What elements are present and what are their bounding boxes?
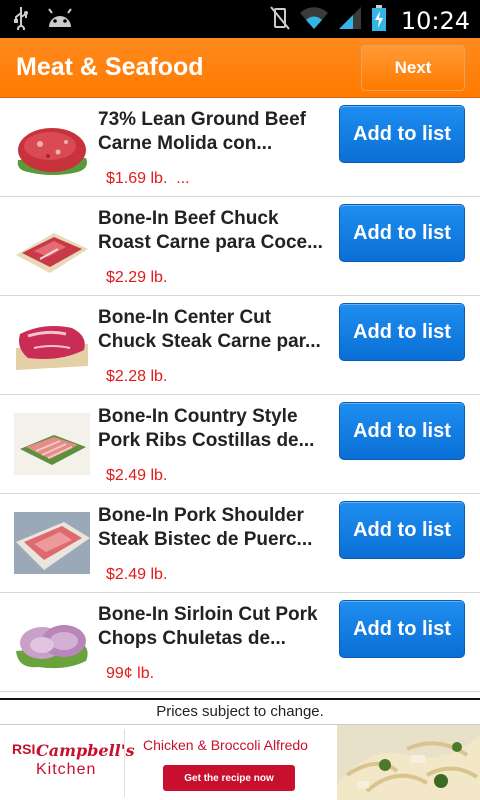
product-name-line2: Chops Chuletas de... bbox=[98, 628, 286, 649]
add-to-list-button[interactable]: Add to list bbox=[339, 402, 465, 460]
campbells-kitchen-logo: RSI Campbell's Kitchen bbox=[10, 735, 135, 791]
ground-beef-image bbox=[14, 116, 90, 178]
get-recipe-button[interactable]: Get the recipe now bbox=[163, 765, 295, 791]
product-name: 73% Lean Ground Beef Carne Molida con... bbox=[98, 108, 330, 156]
pork-chops-image bbox=[14, 611, 90, 673]
product-list: 73% Lean Ground Beef Carne Molida con...… bbox=[0, 98, 480, 692]
ad-headline: Chicken & Broccoli Alfredo bbox=[143, 737, 308, 753]
product-name-line2: Carne Molida con... bbox=[98, 133, 273, 154]
next-button[interactable]: Next bbox=[361, 45, 465, 91]
app-bar: Meat & Seafood Next bbox=[0, 38, 480, 98]
ad-banner[interactable]: RSI Campbell's Kitchen Chicken & Broccol… bbox=[0, 724, 480, 800]
list-item[interactable]: Bone-In Country Style Pork Ribs Costilla… bbox=[0, 395, 480, 494]
ad-separator bbox=[124, 729, 125, 797]
add-to-list-button[interactable]: Add to list bbox=[339, 600, 465, 658]
page-title: Meat & Seafood bbox=[16, 53, 204, 81]
product-name-line2: Steak Bistec de Puerc... bbox=[98, 529, 313, 550]
list-item[interactable]: Bone-In Center Cut Chuck Steak Carne par… bbox=[0, 296, 480, 395]
product-name-line1: Bone-In Pork Shoulder bbox=[98, 505, 304, 526]
product-name: Bone-In Center Cut Chuck Steak Carne par… bbox=[98, 306, 330, 354]
product-name-line1: Bone-In Country Style bbox=[98, 406, 298, 427]
product-price: $2.28 lb. bbox=[106, 368, 168, 385]
list-item[interactable]: 73% Lean Ground Beef Carne Molida con...… bbox=[0, 98, 480, 197]
list-item[interactable]: Bone-In Sirloin Cut Pork Chops Chuletas … bbox=[0, 593, 480, 692]
usb-icon bbox=[12, 6, 30, 35]
product-name-line1: Bone-In Center Cut bbox=[98, 307, 272, 328]
add-to-list-button[interactable]: Add to list bbox=[339, 501, 465, 559]
chuck-roast-image bbox=[14, 215, 90, 277]
pork-shoulder-image bbox=[14, 512, 90, 574]
clock: 10:24 bbox=[400, 6, 470, 35]
screen: 10:24 Meat & Seafood Next 73% Lean Groun… bbox=[0, 0, 480, 800]
product-name: Bone-In Sirloin Cut Pork Chops Chuletas … bbox=[98, 603, 330, 651]
list-item[interactable]: Bone-In Pork Shoulder Steak Bistec de Pu… bbox=[0, 494, 480, 593]
signal-icon bbox=[337, 5, 363, 36]
product-price: $1.69 lb. ... bbox=[106, 170, 190, 187]
add-to-list-button[interactable]: Add to list bbox=[339, 105, 465, 163]
ad-brand: Campbell's bbox=[36, 741, 135, 760]
battery-charging-icon bbox=[371, 4, 387, 37]
list-item[interactable]: Bone-In Beef Chuck Roast Carne para Coce… bbox=[0, 197, 480, 296]
status-bar: 10:24 bbox=[0, 0, 480, 38]
chuck-steak-image bbox=[14, 314, 90, 376]
product-name-line2: Roast Carne para Coce... bbox=[98, 232, 323, 253]
pasta-photo bbox=[337, 725, 480, 800]
ad-brand-sub: Kitchen bbox=[36, 761, 97, 778]
product-price: $2.49 lb. bbox=[106, 566, 168, 583]
product-name-line2: Chuck Steak Carne par... bbox=[98, 331, 321, 352]
product-price: $2.29 lb. bbox=[106, 269, 168, 286]
product-price: 99¢ lb. bbox=[106, 665, 155, 682]
product-name-line1: Bone-In Beef Chuck bbox=[98, 208, 279, 229]
pork-ribs-image bbox=[14, 413, 90, 475]
product-name: Bone-In Beef Chuck Roast Carne para Coce… bbox=[98, 207, 330, 255]
add-to-list-button[interactable]: Add to list bbox=[339, 204, 465, 262]
wifi-icon bbox=[299, 5, 329, 36]
product-name-line1: 73% Lean Ground Beef bbox=[98, 109, 306, 130]
android-icon bbox=[46, 7, 74, 34]
prices-notice: Prices subject to change. bbox=[0, 700, 480, 724]
product-name-line2: Pork Ribs Costillas de... bbox=[98, 430, 315, 451]
product-price: $2.49 lb. bbox=[106, 467, 168, 484]
brand-mark: RSI bbox=[12, 741, 36, 757]
product-name-line1: Bone-In Sirloin Cut Pork bbox=[98, 604, 318, 625]
mute-icon bbox=[269, 5, 291, 36]
product-name: Bone-In Pork Shoulder Steak Bistec de Pu… bbox=[98, 504, 330, 552]
add-to-list-button[interactable]: Add to list bbox=[339, 303, 465, 361]
product-name: Bone-In Country Style Pork Ribs Costilla… bbox=[98, 405, 330, 453]
